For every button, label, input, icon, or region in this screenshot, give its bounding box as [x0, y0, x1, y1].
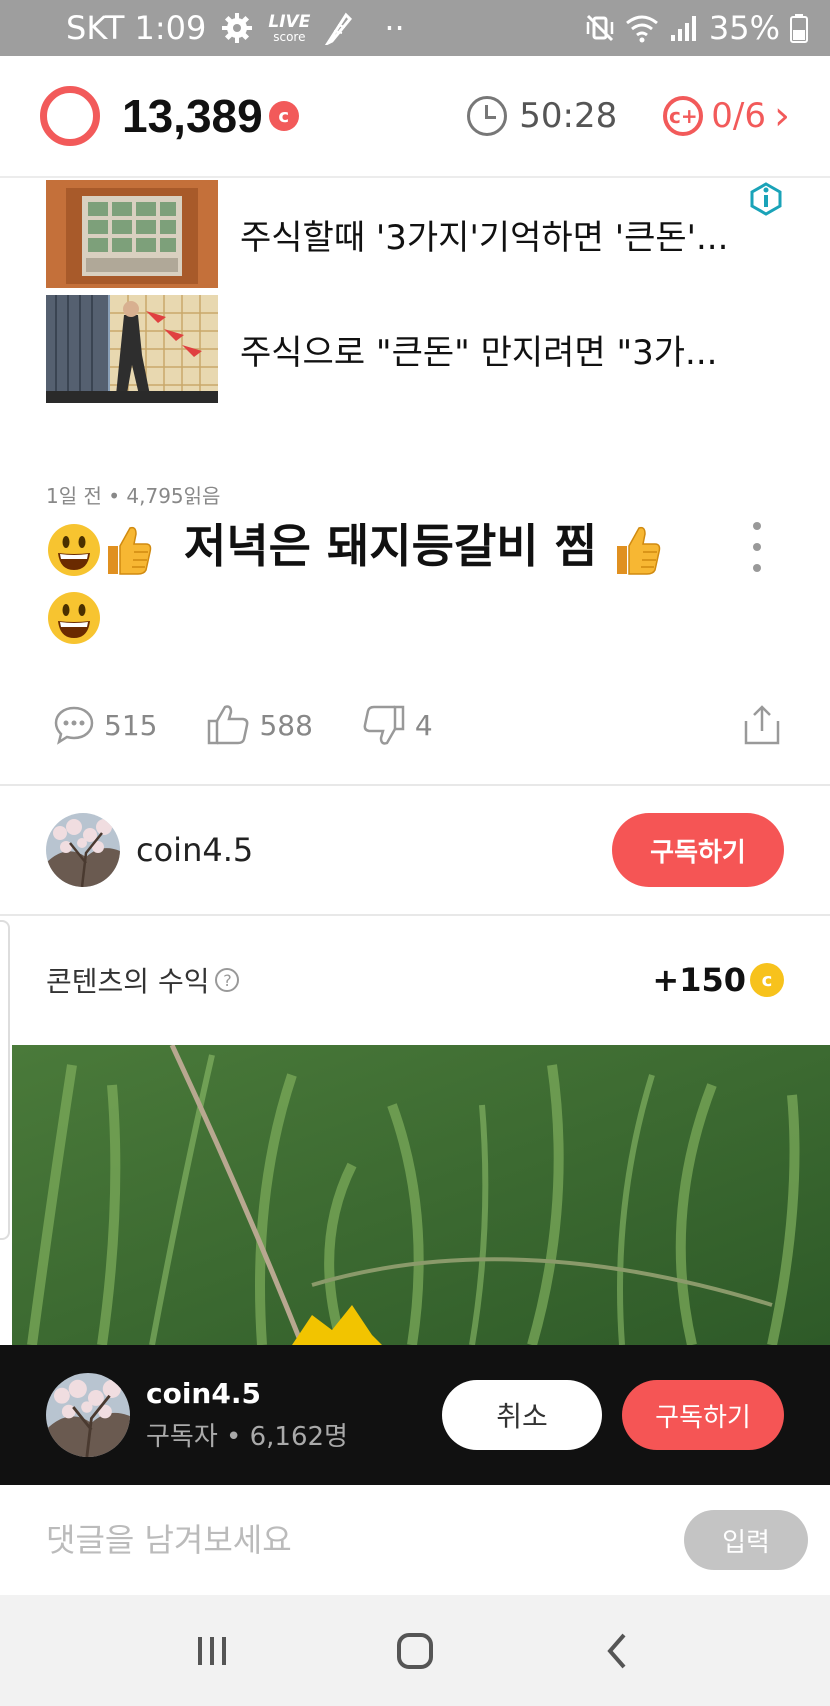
- thumbs-down-icon: [363, 705, 405, 745]
- ad-thumbnail: [46, 295, 218, 403]
- notification-dots: ··: [384, 9, 405, 47]
- subscribe-button[interactable]: 구독하기: [612, 813, 784, 887]
- grinning-face-icon: [48, 591, 100, 644]
- battery-percent: 35%: [708, 9, 780, 47]
- help-icon[interactable]: ?: [215, 968, 240, 992]
- dislike-button[interactable]: 4: [361, 703, 433, 747]
- cancel-button[interactable]: 취소: [442, 1380, 602, 1450]
- comment-icon: [54, 706, 94, 745]
- vibrate-mute-icon: [586, 14, 614, 42]
- ad-info-icon[interactable]: [748, 180, 784, 216]
- comment-count: 515: [104, 708, 158, 742]
- share-icon[interactable]: [742, 703, 782, 747]
- wifi-icon: [625, 15, 658, 43]
- author-name[interactable]: coin4.5: [136, 831, 253, 869]
- article-meta: 1일 전 • 4,795읽음: [46, 484, 221, 508]
- system-nav-bar: [0, 1595, 830, 1706]
- popup-author-info: coin4.5 구독자 • 6,162명: [146, 1377, 348, 1453]
- thumbs-up-emoji-icon: [108, 526, 152, 575]
- comment-button[interactable]: 515: [52, 703, 157, 747]
- mission-counter[interactable]: c+ 0/6 ›: [663, 93, 790, 139]
- subscribe-popup: coin4.5 구독자 • 6,162명 취소 구독하기: [0, 1345, 830, 1485]
- home-icon[interactable]: [395, 1631, 435, 1671]
- like-count: 588: [259, 708, 313, 742]
- post-photo: [12, 1045, 830, 1345]
- ad-title: 주식할때 '3가지'기억하면 '큰돈'...: [240, 217, 729, 258]
- more-vertical-icon[interactable]: [752, 522, 762, 572]
- points-total: 13,389: [122, 90, 263, 142]
- thumbs-up-emoji-icon: [616, 526, 661, 575]
- clock-icon: [467, 96, 508, 136]
- thumbs-up-icon: [208, 705, 249, 745]
- timer: 50:28: [467, 96, 617, 136]
- grinning-face-icon: [48, 523, 100, 576]
- recent-apps-icon[interactable]: [192, 1631, 232, 1671]
- article-title: 저녁은 돼지등갈비 찜: [46, 512, 696, 648]
- avatar[interactable]: [46, 813, 120, 887]
- like-button[interactable]: 588: [205, 703, 313, 747]
- popup-author-name: coin4.5: [146, 1377, 261, 1410]
- avatar[interactable]: [46, 1373, 130, 1457]
- earnings-value: +150 c: [652, 961, 784, 999]
- coin-icon: c: [268, 101, 299, 131]
- earnings-amount: +150: [652, 961, 746, 999]
- chevron-right-icon: ›: [774, 93, 790, 139]
- feather-icon: [325, 12, 353, 45]
- reaction-bar: 515 588 4: [52, 700, 782, 750]
- subscriber-count: 구독자 • 6,162명: [146, 1422, 348, 1452]
- divider: [0, 914, 830, 916]
- divider: [0, 784, 830, 786]
- gear-icon: [222, 13, 253, 43]
- coin-icon: c: [750, 963, 784, 997]
- status-bar: SKT 1:09 LIVE score ·· 35%: [0, 0, 830, 56]
- dislike-count: 4: [414, 708, 433, 742]
- popup-subscribe-button[interactable]: 구독하기: [622, 1380, 784, 1450]
- livescore-icon: LIVE score: [268, 11, 311, 44]
- submit-comment-button[interactable]: 입력: [684, 1510, 808, 1570]
- signal-icon: [670, 16, 696, 41]
- mission-count: 0/6: [711, 96, 766, 136]
- author-row: coin4.5 구독하기: [46, 812, 784, 888]
- earnings-label: 콘텐츠의 수익: [46, 965, 210, 998]
- content-earnings: 콘텐츠의 수익 ? +150 c: [46, 955, 784, 1005]
- coin-plus-icon: c+: [663, 96, 704, 136]
- ad-thumbnail: [46, 180, 218, 288]
- comment-bar: 입력: [0, 1485, 830, 1595]
- back-icon[interactable]: [598, 1631, 638, 1671]
- article-title-text: 저녁은 돼지등갈비 찜: [184, 519, 597, 573]
- carrier-time: SKT 1:09: [66, 9, 207, 47]
- comment-input[interactable]: [46, 1521, 684, 1559]
- battery-icon: [790, 14, 808, 43]
- side-drawer-handle[interactable]: [0, 920, 10, 1240]
- ad-item[interactable]: 주식으로 "큰돈" 만지려면 "3가...: [46, 295, 786, 403]
- ring-icon[interactable]: [40, 86, 100, 146]
- ad-item[interactable]: 주식할때 '3가지'기억하면 '큰돈'...: [46, 180, 786, 288]
- timer-value: 50:28: [519, 96, 618, 136]
- top-bar: 13,389 c 50:28 c+ 0/6 ›: [0, 56, 830, 178]
- ad-title: 주식으로 "큰돈" 만지려면 "3가...: [240, 332, 718, 373]
